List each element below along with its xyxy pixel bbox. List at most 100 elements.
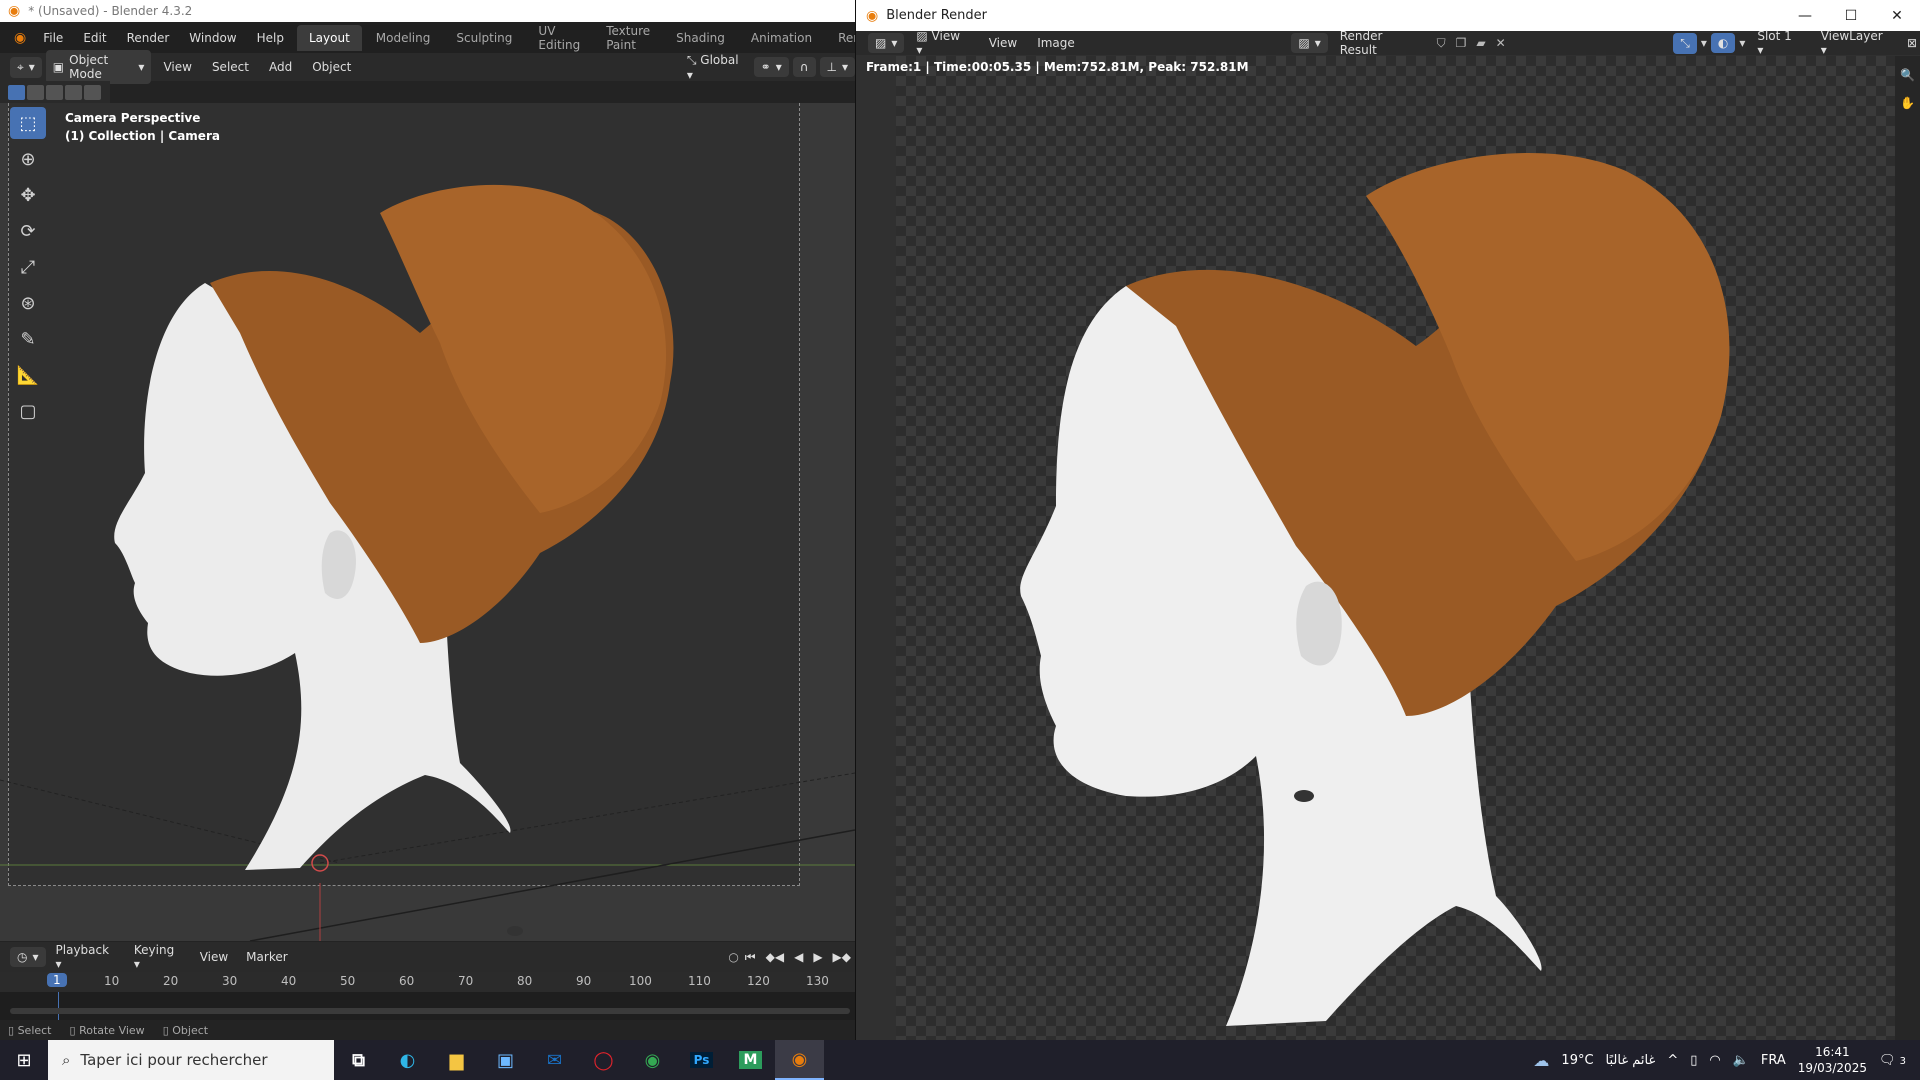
- menu-view[interactable]: View: [155, 57, 199, 77]
- render-result-canvas[interactable]: [896, 56, 1896, 1040]
- chevron-up-icon[interactable]: ^: [1667, 1053, 1678, 1068]
- menu-marker[interactable]: Marker: [238, 947, 295, 967]
- notifications-button[interactable]: 🗨 3: [1879, 1053, 1906, 1068]
- start-button[interactable]: ⊞: [0, 1040, 48, 1080]
- tick-label: 80: [517, 974, 533, 988]
- edge-button[interactable]: ◐: [383, 1040, 432, 1080]
- select-intersect-button[interactable]: [84, 84, 101, 100]
- tab-sculpting[interactable]: Sculpting: [444, 25, 524, 51]
- mode-dropdown[interactable]: ▣ Object Mode ▾: [45, 50, 152, 84]
- weather-temp[interactable]: 19°C: [1561, 1053, 1593, 1068]
- menu-playback[interactable]: Playback ▾: [48, 940, 124, 974]
- tab-animation[interactable]: Animation: [739, 25, 824, 51]
- orientation-dropdown[interactable]: ⤡ Global ▾: [679, 50, 750, 85]
- volume-icon[interactable]: 🔈: [1733, 1053, 1749, 1068]
- move-tool[interactable]: ✥: [10, 179, 46, 211]
- sidebar-toggle-icon[interactable]: ⊠: [1903, 36, 1920, 50]
- chrome-button[interactable]: ◉: [628, 1040, 677, 1080]
- store-button[interactable]: ▣: [481, 1040, 530, 1080]
- annotate-tool[interactable]: ✎: [10, 323, 46, 355]
- zoom-icon[interactable]: 🔍: [1900, 68, 1915, 82]
- add-cube-tool[interactable]: ▢: [10, 395, 46, 427]
- weather-text[interactable]: غائم غالبًا: [1606, 1053, 1656, 1068]
- folder-icon[interactable]: ▰: [1473, 36, 1488, 50]
- transform-tool[interactable]: ⊛: [10, 287, 46, 319]
- fake-user-icon[interactable]: ⛉: [1434, 36, 1449, 51]
- wifi-icon[interactable]: ◠: [1709, 1053, 1720, 1068]
- tab-layout[interactable]: Layout: [296, 24, 362, 51]
- menu-keying[interactable]: Keying ▾: [126, 940, 190, 974]
- menu-object[interactable]: Object: [304, 57, 359, 77]
- select-new-button[interactable]: [8, 84, 25, 100]
- tab-uv-editing[interactable]: UV Editing: [526, 18, 592, 58]
- opera-button[interactable]: ◯: [579, 1040, 628, 1080]
- timeline-editor-type-button[interactable]: ◷ ▾: [10, 947, 46, 967]
- device-icon[interactable]: ▯: [1690, 1053, 1697, 1068]
- tab-modeling[interactable]: Modeling: [364, 25, 443, 51]
- snap-target-button[interactable]: ⊥ ▾: [819, 57, 856, 77]
- timeline-scrollbar[interactable]: [10, 1008, 850, 1014]
- menu-window[interactable]: Window: [180, 27, 245, 49]
- chevron-down-icon[interactable]: ▾: [1701, 36, 1707, 50]
- unlink-icon[interactable]: ✕: [1493, 36, 1509, 50]
- cursor-tool[interactable]: ⊕: [10, 143, 46, 175]
- play-icon[interactable]: ▶: [809, 950, 826, 964]
- task-view-button[interactable]: ⧉: [334, 1040, 383, 1080]
- file-explorer-button[interactable]: ▆: [432, 1040, 481, 1080]
- outlook-button[interactable]: ✉: [530, 1040, 579, 1080]
- jump-keyframe-back-icon[interactable]: ◆◀: [762, 950, 788, 964]
- select-extend-button[interactable]: [27, 84, 44, 100]
- menu-select[interactable]: Select: [204, 57, 257, 77]
- image-editor-type-button[interactable]: ▨ ▾: [868, 33, 905, 53]
- weather-cloud-icon[interactable]: ☁: [1533, 1051, 1549, 1070]
- blender-menu-icon[interactable]: ◉: [8, 30, 32, 46]
- viewlayer-dropdown[interactable]: ViewLayer ▾: [1813, 26, 1899, 60]
- photoshop-button[interactable]: Ps: [677, 1040, 726, 1080]
- rotate-tool[interactable]: ⟳: [10, 215, 46, 247]
- tab-texture-paint[interactable]: Texture Paint: [594, 18, 662, 58]
- system-tray: ☁ 19°C غائم غالبًا ^ ▯ ◠ 🔈 FRA 16:41 19/…: [1533, 1044, 1920, 1076]
- jump-keyframe-forward-icon[interactable]: ▶◆: [829, 950, 855, 964]
- view-mode-dropdown[interactable]: ▨ View ▾: [908, 26, 976, 60]
- taskbar-search[interactable]: ⌕ Taper ici pour rechercher: [48, 1040, 334, 1080]
- select-invert-button[interactable]: [65, 84, 82, 100]
- menu-image[interactable]: Image: [1029, 33, 1083, 53]
- gizmo-toggle[interactable]: ⤡: [1673, 32, 1697, 54]
- tab-shading[interactable]: Shading: [664, 25, 737, 51]
- timeline[interactable]: 1 10 20 30 40 50 60 70 80 90 100 110 120…: [0, 972, 855, 1020]
- overlay-toggle[interactable]: ◐: [1710, 33, 1736, 53]
- measure-tool[interactable]: 📐: [10, 359, 46, 391]
- autokey-toggle[interactable]: ○: [728, 950, 738, 964]
- jump-start-icon[interactable]: ⏮: [741, 950, 760, 965]
- duplicate-icon[interactable]: ❐: [1453, 36, 1470, 50]
- image-name-field[interactable]: Render Result: [1332, 26, 1430, 60]
- editor-type-button[interactable]: ⌖ ▾: [10, 56, 42, 78]
- 3d-viewport[interactable]: Camera Perspective (1) Collection | Came…: [0, 103, 855, 941]
- menu-image-view[interactable]: View: [981, 33, 1025, 53]
- slot-dropdown[interactable]: Slot 1 ▾: [1749, 26, 1808, 60]
- photoshop-icon: Ps: [689, 1052, 714, 1068]
- overlay-icon: ◐: [1717, 36, 1729, 50]
- menu-edit[interactable]: Edit: [74, 27, 115, 49]
- snap-button[interactable]: ∩: [792, 57, 816, 77]
- clock[interactable]: 16:41 19/03/2025: [1798, 1044, 1867, 1076]
- language-indicator[interactable]: FRA: [1761, 1053, 1786, 1068]
- pivot-button[interactable]: ⚭ ▾: [753, 57, 789, 77]
- collection-label: (1) Collection | Camera: [65, 129, 220, 143]
- play-reverse-icon[interactable]: ◀: [790, 950, 807, 964]
- menu-file[interactable]: File: [34, 27, 72, 49]
- select-subtract-button[interactable]: [46, 84, 63, 100]
- select-box-tool[interactable]: ⬚: [10, 107, 46, 139]
- menu-render[interactable]: Render: [118, 27, 179, 49]
- chevron-down-icon[interactable]: ▾: [1739, 36, 1745, 50]
- status-rotate: ▯ Rotate View: [69, 1023, 145, 1037]
- menu-help[interactable]: Help: [248, 27, 293, 49]
- m-app-button[interactable]: M: [726, 1040, 775, 1080]
- scale-tool[interactable]: ⤢: [10, 251, 46, 283]
- pan-hand-icon[interactable]: ✋: [1900, 96, 1915, 110]
- blender-taskbar-button[interactable]: ◉: [775, 1040, 824, 1080]
- menu-timeline-view[interactable]: View: [192, 947, 236, 967]
- current-frame-indicator[interactable]: 1: [47, 973, 67, 987]
- menu-add[interactable]: Add: [261, 57, 300, 77]
- image-browse-button[interactable]: ▨ ▾: [1291, 33, 1328, 53]
